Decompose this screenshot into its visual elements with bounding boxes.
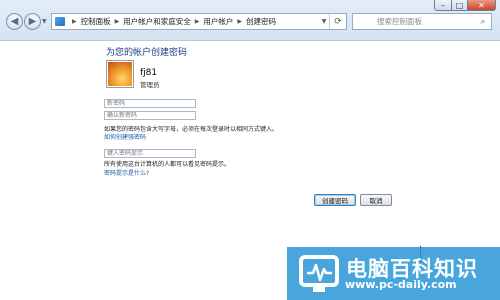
strong-password-link[interactable]: 如何创建强密码 (104, 132, 146, 141)
create-password-button[interactable]: 创建密码 (314, 194, 356, 206)
breadcrumb-separator[interactable]: ▶ (195, 18, 200, 25)
refresh-icon[interactable]: ⟳ (329, 14, 346, 29)
search-icon[interactable]: ⌕ (475, 17, 491, 27)
page-title: 为您的帐户创建密码 (106, 48, 188, 58)
title-bar: – □ ✕ ◀ ▶ ▼ ▶ 控制面板 ▶ 用户帐户和家庭安全 ▶ 用户帐户 ▶ … (0, 0, 500, 41)
breadcrumb-separator[interactable]: ▶ (72, 18, 77, 25)
search-box[interactable]: 搜索控制面板 ⌕ (352, 13, 492, 30)
password-hint-field[interactable] (104, 149, 196, 158)
confirm-password-field[interactable] (104, 111, 196, 120)
address-dropdown-icon[interactable]: ▼ (319, 18, 329, 25)
control-panel-icon (55, 17, 65, 26)
account-role: 管理员 (140, 81, 160, 89)
watermark-url: www.pc-daily.com (345, 278, 457, 291)
window-controls: – □ ✕ (434, 0, 496, 11)
back-arrow-icon: ◀ (10, 16, 19, 27)
cancel-button[interactable]: 取消 (360, 194, 392, 206)
password-hint-link[interactable]: 密码提示是什么? (104, 168, 149, 177)
avatar (106, 60, 134, 88)
forward-arrow-icon: ▶ (28, 16, 37, 27)
minimize-button[interactable]: – (434, 0, 452, 11)
account-name: fj81 (140, 68, 158, 78)
breadcrumb-control-panel[interactable]: 控制面板 (81, 16, 111, 27)
forward-button[interactable]: ▶ (24, 13, 41, 30)
maximize-button[interactable]: □ (452, 0, 468, 11)
close-button[interactable]: ✕ (468, 0, 496, 11)
breadcrumb-separator[interactable]: ▶ (237, 18, 242, 25)
recent-pages-dropdown[interactable]: ▼ (42, 18, 48, 25)
breadcrumb-create-password[interactable]: 创建密码 (246, 16, 276, 27)
breadcrumb-user-accounts[interactable]: 用户帐户 (203, 16, 233, 27)
monitor-logo-icon (299, 255, 339, 292)
back-button[interactable]: ◀ (6, 13, 23, 30)
flower-picture-icon (108, 62, 132, 86)
breadcrumb-user-accounts-family-safety[interactable]: 用户帐户和家庭安全 (123, 16, 191, 27)
address-bar[interactable]: ▶ 控制面板 ▶ 用户帐户和家庭安全 ▶ 用户帐户 ▶ 创建密码 ▼ ⟳ (51, 13, 347, 30)
hint-visibility-note: 所有使用这台计算机的人都可以看见密码提示。 (104, 161, 231, 168)
search-input[interactable]: 搜索控制面板 (353, 16, 475, 27)
new-password-field[interactable] (104, 99, 196, 108)
breadcrumb-separator[interactable]: ▶ (115, 18, 120, 25)
address-controls: ▼ ⟳ (319, 14, 346, 29)
